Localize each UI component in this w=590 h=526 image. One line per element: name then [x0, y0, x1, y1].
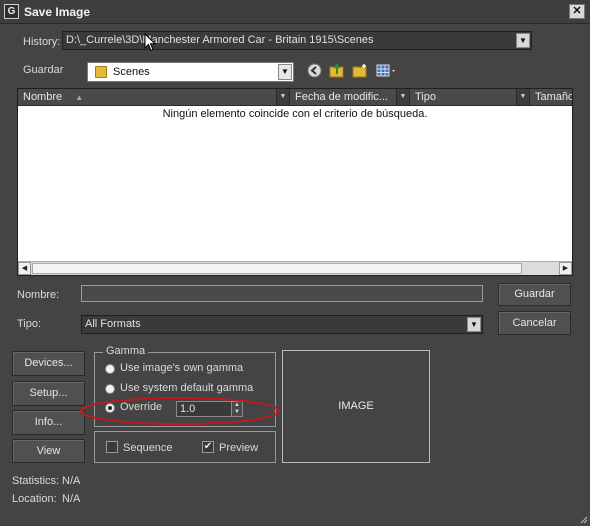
- column-header-label: Tipo: [415, 91, 436, 103]
- gamma-system-label: Use system default gamma: [120, 382, 254, 394]
- cancel-button[interactable]: Cancelar: [498, 311, 571, 335]
- title-bar: G Save Image ✕: [0, 0, 590, 24]
- gamma-system-radio[interactable]: [105, 384, 115, 394]
- image-preview-label: IMAGE: [338, 400, 374, 412]
- preview-checkbox[interactable]: ✔: [202, 441, 214, 453]
- location-label: Location:: [12, 493, 57, 505]
- resize-grip-icon[interactable]: [578, 514, 588, 524]
- window-title: Save Image: [24, 5, 91, 19]
- history-label: History:: [23, 36, 61, 48]
- spin-up-icon[interactable]: ▲: [232, 402, 242, 409]
- column-header-label: Nombre: [23, 91, 63, 103]
- chevron-down-icon[interactable]: ▼: [516, 89, 529, 105]
- gamma-override-label: Override: [120, 401, 163, 413]
- chevron-down-icon[interactable]: ▼: [516, 33, 530, 48]
- gamma-override-value: 1.0: [180, 403, 196, 415]
- column-header-label: Fecha de modific...: [295, 91, 388, 103]
- filename-label: Nombre:: [17, 289, 60, 301]
- column-header-date[interactable]: Fecha de modific... ▼: [290, 89, 410, 106]
- column-header-type[interactable]: Tipo ▼: [410, 89, 530, 106]
- sort-asc-icon: ▲: [75, 93, 84, 102]
- save-in-value: Scenes: [113, 66, 150, 78]
- chevron-down-icon[interactable]: ▼: [278, 64, 292, 80]
- location-value: N/A: [62, 493, 81, 505]
- gamma-own-radio[interactable]: [105, 364, 115, 374]
- save-in-label: Guardar: [23, 64, 64, 76]
- history-value: D:\_Currele\3D\Manchester Armored Car - …: [66, 34, 374, 46]
- gamma-override-radio[interactable]: [105, 403, 115, 413]
- max-logo-icon: G: [4, 4, 19, 19]
- scroll-right-icon[interactable]: ▶: [559, 262, 572, 275]
- gamma-group-title: Gamma: [103, 345, 149, 357]
- up-folder-icon[interactable]: [328, 63, 345, 80]
- close-button[interactable]: ✕: [569, 4, 585, 19]
- filename-input[interactable]: [81, 285, 483, 302]
- filetype-value: All Formats: [85, 318, 141, 330]
- save-button[interactable]: Guardar: [498, 283, 571, 306]
- filetype-dropdown[interactable]: All Formats ▼: [81, 315, 483, 334]
- view-button[interactable]: View: [12, 439, 85, 463]
- back-icon[interactable]: [306, 63, 323, 80]
- gamma-override-spinner[interactable]: 1.0 ▲ ▼: [176, 401, 243, 417]
- view-menu-icon[interactable]: [375, 63, 399, 80]
- sequence-label: Sequence: [123, 442, 173, 454]
- history-dropdown[interactable]: D:\_Currele\3D\Manchester Armored Car - …: [62, 31, 532, 50]
- preview-label: Preview: [219, 442, 259, 454]
- folder-icon: [95, 66, 107, 79]
- scroll-left-icon[interactable]: ◀: [18, 262, 31, 275]
- column-header-size[interactable]: Tamaño: [530, 89, 572, 106]
- horizontal-scrollbar[interactable]: ◀ ▶: [18, 261, 572, 275]
- gamma-own-label: Use image's own gamma: [120, 362, 244, 374]
- file-list[interactable]: Nombre ▲ ▼ Fecha de modific... ▼ Tipo ▼ …: [17, 88, 573, 276]
- image-preview: IMAGE: [282, 350, 430, 463]
- devices-button[interactable]: Devices...: [12, 351, 85, 376]
- chevron-down-icon[interactable]: ▼: [276, 89, 289, 105]
- column-header-label: Tamaño: [535, 91, 572, 103]
- chevron-down-icon[interactable]: ▼: [467, 317, 481, 332]
- statistics-label: Statistics:: [12, 475, 60, 487]
- sequence-checkbox[interactable]: [106, 441, 118, 453]
- spin-down-icon[interactable]: ▼: [232, 409, 242, 416]
- new-folder-icon[interactable]: [351, 63, 368, 80]
- save-in-dropdown[interactable]: Scenes ▼: [87, 62, 294, 82]
- column-header-name[interactable]: Nombre ▲ ▼: [18, 89, 290, 106]
- empty-list-message: Ningún elemento coincide con el criterio…: [162, 108, 428, 120]
- setup-button[interactable]: Setup...: [12, 381, 85, 406]
- spinner-buttons[interactable]: ▲ ▼: [231, 402, 242, 416]
- mouse-cursor-icon: [144, 33, 157, 52]
- filetype-label: Tipo:: [17, 318, 42, 330]
- statistics-value: N/A: [62, 475, 81, 487]
- info-button[interactable]: Info...: [12, 410, 85, 435]
- scrollbar-thumb[interactable]: [32, 263, 522, 274]
- chevron-down-icon[interactable]: ▼: [396, 89, 409, 105]
